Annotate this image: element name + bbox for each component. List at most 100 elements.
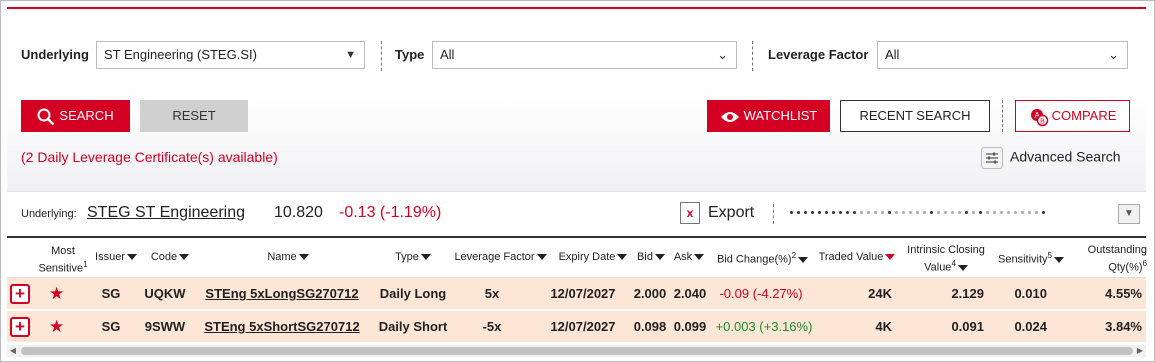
pager-dot[interactable] — [944, 210, 947, 214]
compare-button[interactable]: A B COMPARE — [1015, 100, 1130, 132]
underlying-select[interactable]: ST Engineering (STEG.SI) ▼ — [96, 41, 365, 69]
col-ask[interactable]: Ask — [671, 251, 707, 264]
eye-icon — [720, 111, 739, 122]
advanced-search-link[interactable]: Advanced Search — [981, 147, 1121, 169]
col-bid-change[interactable]: Bid Change(%)2 — [710, 249, 815, 267]
col-code[interactable]: Code — [145, 251, 195, 264]
pager-dot[interactable] — [1000, 210, 1003, 214]
pager-dot[interactable] — [874, 210, 877, 214]
export-button[interactable]: x Export — [680, 202, 754, 224]
pager-dot[interactable] — [923, 210, 926, 214]
cell-type: Daily Short — [378, 319, 448, 334]
cell-name-link[interactable]: STEng 5xLongSG270712 — [202, 278, 362, 310]
col-type[interactable]: Type — [383, 251, 443, 264]
pager-dot[interactable] — [937, 210, 940, 214]
pager-dot[interactable] — [804, 210, 807, 214]
col-name-label: Name — [267, 251, 297, 263]
cell-outstanding: 4.55% — [1105, 286, 1142, 301]
pager-dot[interactable] — [972, 210, 975, 214]
column-pager-dots[interactable] — [790, 202, 1045, 222]
pager-dot[interactable] — [958, 210, 961, 214]
leverage-factor-select[interactable]: All ⌄ — [877, 41, 1128, 69]
pager-dot[interactable] — [916, 210, 919, 214]
col-outstanding-qty[interactable]: Outstanding Qty(%)6 — [1069, 244, 1147, 275]
pager-dot[interactable] — [1021, 210, 1024, 214]
type-select[interactable]: All ⌄ — [432, 41, 737, 69]
col-leverage-factor[interactable]: Leverage Factor — [448, 251, 553, 264]
pager-dot[interactable] — [1014, 210, 1017, 214]
underlying-name-link[interactable]: STEG ST Engineering — [87, 204, 245, 222]
pager-dot[interactable] — [825, 210, 828, 214]
search-button[interactable]: SEARCH — [21, 100, 130, 132]
pager-dot[interactable] — [1028, 210, 1031, 214]
underlying-select-value: ST Engineering (STEG.SI) — [104, 47, 257, 62]
cell-bid: 2.000 — [633, 286, 667, 301]
add-to-watchlist-plus-icon[interactable]: + — [10, 317, 30, 337]
pager-dot[interactable] — [888, 210, 891, 214]
horizontal-scrollbar[interactable]: ◀ ▶ — [7, 345, 1146, 357]
scroll-left-icon[interactable]: ◀ — [8, 345, 18, 357]
star-icon[interactable]: ★ — [49, 278, 64, 310]
watchlist-button[interactable]: WATCHLIST — [707, 100, 830, 132]
scrollbar-thumb[interactable] — [21, 347, 1133, 355]
divider — [752, 41, 753, 71]
pager-dot[interactable] — [811, 210, 814, 214]
col-intrinsic-label: Intrinsic Closing Value — [907, 244, 985, 274]
pager-dot[interactable] — [909, 210, 912, 214]
pager-dot[interactable] — [902, 210, 905, 214]
pager-dot[interactable] — [818, 210, 821, 214]
col-issuer[interactable]: Issuer — [93, 251, 139, 264]
col-code-label: Code — [150, 251, 178, 263]
pager-dot[interactable] — [839, 210, 842, 214]
collapse-toggle[interactable]: ▼ — [1118, 204, 1140, 224]
reset-button[interactable]: RESET — [140, 100, 248, 132]
pager-dot[interactable] — [993, 210, 996, 214]
excel-icon: x — [680, 202, 700, 224]
pager-dot[interactable] — [1035, 210, 1038, 214]
pager-dot[interactable] — [867, 210, 870, 214]
col-most-sensitive[interactable]: Most Sensitive1 — [35, 245, 91, 276]
pager-dot[interactable] — [881, 210, 884, 214]
cell-bid-change: -0.09 (-4.27%) — [719, 286, 803, 301]
recent-search-button[interactable]: RECENT SEARCH — [840, 100, 990, 132]
underlying-info-bar: Underlying: STEG ST Engineering 10.820 -… — [0, 192, 1155, 236]
watchlist-button-label: WATCHLIST — [743, 108, 818, 123]
chevron-down-icon: ⌄ — [1108, 47, 1119, 62]
pager-dot[interactable] — [930, 210, 933, 214]
cell-issuer: SG — [101, 319, 121, 334]
col-expiry-date[interactable]: Expiry Date — [553, 251, 633, 264]
col-traded-value[interactable]: Traded Value — [813, 251, 901, 264]
pager-dot[interactable] — [797, 210, 800, 214]
col-sensitivity[interactable]: Sensitivity5 — [995, 249, 1067, 267]
type-select-value: All — [440, 47, 455, 62]
leverage-select-value: All — [885, 47, 900, 62]
search-icon — [37, 108, 55, 125]
underlying-change: -0.13 (-1.19%) — [339, 204, 442, 221]
divider — [381, 41, 382, 71]
cell-ask: 0.099 — [673, 319, 707, 334]
pager-dot[interactable] — [979, 210, 982, 214]
cell-name-link[interactable]: STEng 5xShortSG270712 — [202, 311, 362, 343]
scroll-right-icon[interactable]: ▶ — [1135, 345, 1145, 357]
sort-down-icon — [298, 254, 309, 261]
col-name[interactable]: Name — [233, 251, 343, 264]
pager-dot[interactable] — [1007, 210, 1010, 214]
pager-dot[interactable] — [895, 210, 898, 214]
pager-dot[interactable] — [846, 210, 849, 214]
pager-dot[interactable] — [1042, 210, 1045, 214]
col-intrinsic-closing-value[interactable]: Intrinsic Closing Value4 — [897, 244, 995, 275]
add-to-watchlist-plus-icon[interactable]: + — [10, 284, 30, 304]
pager-dot[interactable] — [986, 210, 989, 214]
pager-dot[interactable] — [790, 210, 793, 214]
cell-expiry: 12/07/2027 — [550, 286, 616, 301]
pager-dot[interactable] — [965, 210, 968, 214]
pager-dot[interactable] — [951, 210, 954, 214]
pager-dot[interactable] — [853, 210, 856, 214]
col-bid[interactable]: Bid — [633, 251, 669, 264]
caret-down-icon: ▼ — [345, 49, 356, 61]
cell-type: Daily Long — [379, 286, 447, 301]
star-icon[interactable]: ★ — [49, 311, 64, 343]
pager-dot[interactable] — [860, 210, 863, 214]
col-bid-label: Bid — [637, 251, 653, 263]
pager-dot[interactable] — [832, 210, 835, 214]
